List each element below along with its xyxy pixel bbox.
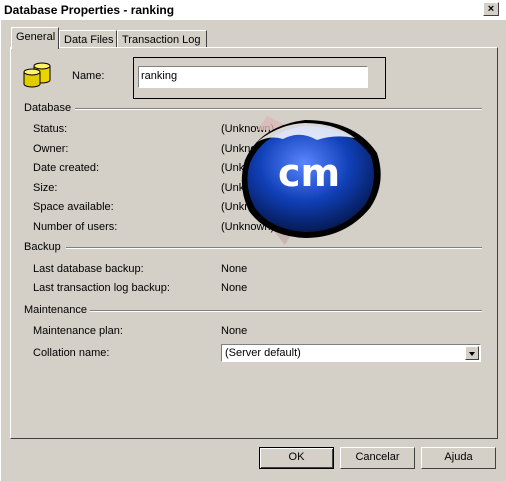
date-created-label: Date created:: [33, 162, 100, 174]
maintenance-plan-value: None: [221, 325, 248, 337]
tab-general-label: General: [16, 31, 56, 43]
status-label: Status:: [33, 123, 68, 135]
section-backup-header: Backup: [24, 241, 61, 253]
help-button[interactable]: Ajuda: [421, 447, 496, 469]
watermark-text: cm: [278, 151, 340, 195]
maintenance-plan-label: Maintenance plan:: [33, 325, 123, 337]
close-icon: ×: [487, 3, 495, 15]
tab-transaction-log[interactable]: Transaction Log: [117, 30, 207, 48]
section-database-header: Database: [24, 102, 72, 114]
ok-button[interactable]: OK: [259, 447, 334, 469]
cancel-button[interactable]: Cancelar: [340, 447, 415, 469]
tab-data-files[interactable]: Data Files: [59, 30, 117, 48]
section-maintenance-header: Maintenance: [24, 304, 87, 316]
window-title: Database Properties - ranking: [4, 3, 175, 17]
name-label: Name:: [72, 70, 105, 82]
tab-general[interactable]: General: [11, 27, 59, 49]
collation-select[interactable]: (Server default): [221, 344, 481, 362]
title-bar: Database Properties - ranking ×: [0, 0, 506, 20]
tab-transaction-log-label: Transaction Log: [122, 34, 201, 46]
database-icon: [23, 62, 51, 88]
name-field[interactable]: ranking: [138, 66, 368, 88]
space-available-label: Space available:: [33, 201, 114, 213]
watermark-logo: cm: [241, 116, 381, 245]
last-database-backup-label: Last database backup:: [33, 263, 144, 275]
section-maintenance-divider: [90, 310, 482, 312]
chevron-down-icon[interactable]: [465, 346, 479, 360]
last-log-backup-label: Last transaction log backup:: [33, 282, 170, 294]
number-of-users-label: Number of users:: [33, 221, 118, 233]
collation-selected-value: (Server default): [225, 347, 301, 359]
tab-data-files-label: Data Files: [64, 34, 114, 46]
collation-name-label: Collation name:: [33, 347, 110, 359]
close-button[interactable]: ×: [483, 2, 499, 16]
size-label: Size:: [33, 182, 58, 194]
last-log-backup-value: None: [221, 282, 248, 294]
last-database-backup-value: None: [221, 263, 248, 275]
owner-label: Owner:: [33, 143, 69, 155]
